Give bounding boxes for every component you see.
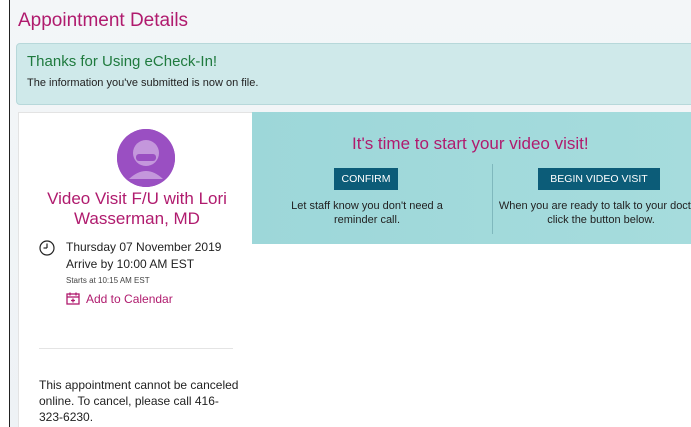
banner-title: Thanks for Using eCheck-In! [27,53,218,70]
appointment-date: Thursday 07 November 2019 [66,240,222,254]
begin-video-visit-button[interactable]: BEGIN VIDEO VISIT [538,168,660,190]
appointment-card: Video Visit F/U with Lori Wasserman, MD … [18,112,253,427]
arrive-time: Arrive by 10:00 AM EST [66,257,195,271]
video-visit-panel: It's time to start your video visit! CON… [252,112,691,244]
panel-divider [492,164,493,234]
calendar-icon[interactable] [66,292,80,305]
video-visit-heading: It's time to start your video visit! [352,134,589,153]
card-divider [39,348,233,349]
start-time: Starts at 10:15 AM EST [66,276,150,285]
confirmation-banner: Thanks for Using eCheck-In! The informat… [16,43,691,105]
appointment-page: Appointment Details Thanks for Using eCh… [9,0,691,427]
clock-icon [39,240,55,256]
content-area [252,244,691,427]
cancel-note: This appointment cannot be canceled onli… [39,378,239,424]
confirm-button[interactable]: CONFIRM [334,168,398,190]
user-avatar-icon [117,129,175,187]
banner-message: The information you've submitted is now … [27,77,259,89]
add-to-calendar-link[interactable]: Add to Calendar [86,292,173,306]
visit-title: Video Visit F/U with Lori Wasserman, MD [47,189,227,228]
page-title: Appointment Details [18,10,189,31]
begin-description: When you are ready to talk to your docto… [498,200,691,226]
confirm-description: Let staff know you don't need a reminder… [291,200,443,226]
